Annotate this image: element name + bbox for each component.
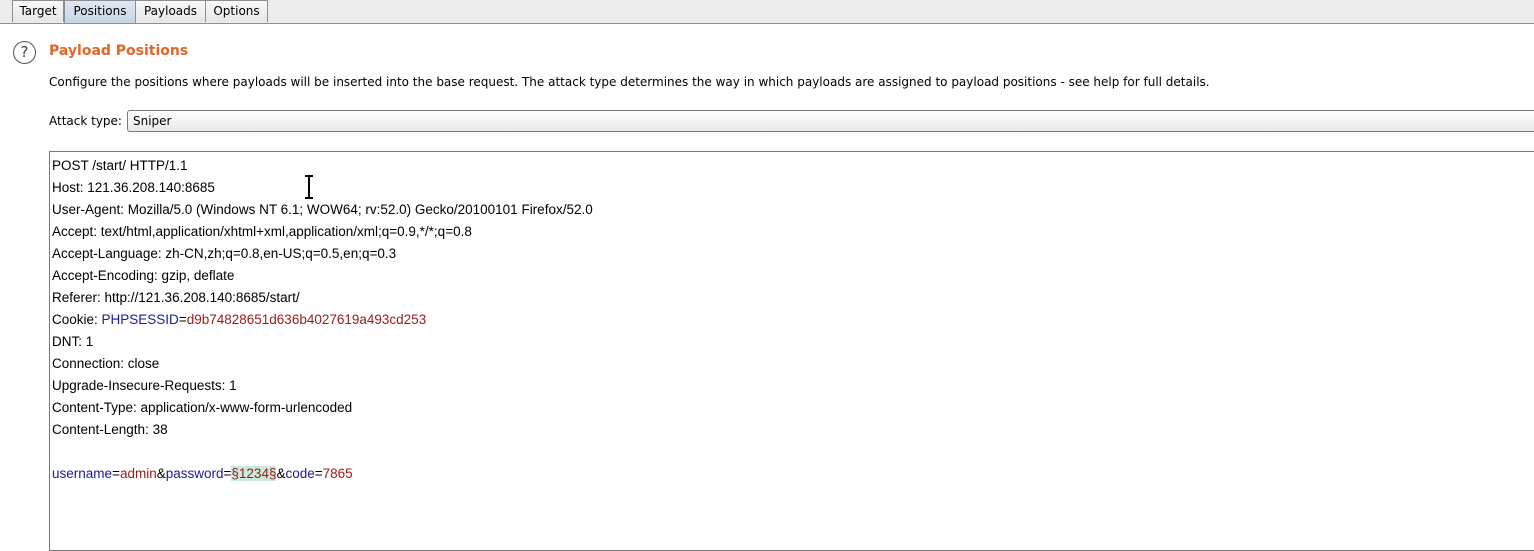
header-referer: Referer: http://121.36.208.140:8685/star…	[52, 290, 300, 305]
header-upgrade-insecure: Upgrade-Insecure-Requests: 1	[52, 378, 237, 393]
section-description: Configure the positions where payloads w…	[49, 75, 1210, 89]
header-dnt: DNT: 1	[52, 334, 94, 349]
header-user-agent: User-Agent: Mozilla/5.0 (Windows NT 6.1;…	[52, 202, 593, 217]
text-cursor-icon	[305, 175, 313, 199]
help-icon[interactable]: ?	[13, 41, 36, 64]
header-accept: Accept: text/html,application/xhtml+xml,…	[52, 224, 472, 239]
cookie-name: PHPSESSID	[101, 312, 179, 327]
header-connection: Connection: close	[52, 356, 160, 371]
header-content-length: Content-Length: 38	[52, 422, 168, 437]
param-name-password: password	[165, 466, 224, 481]
tab-options[interactable]: Options	[205, 0, 268, 22]
param-ampersand: &	[156, 466, 166, 481]
request-line: POST /start/ HTTP/1.1	[52, 158, 188, 173]
attack-type-label: Attack type:	[49, 114, 122, 128]
attack-type-select[interactable]: Sniper	[127, 110, 1534, 132]
param-equals: =	[314, 466, 323, 481]
header-accept-encoding: Accept-Encoding: gzip, deflate	[52, 268, 235, 283]
tab-payloads[interactable]: Payloads	[135, 0, 206, 22]
section-title: Payload Positions	[49, 43, 189, 59]
header-cookie: Cookie: PHPSESSID=d9b74828651d636b402761…	[52, 309, 1534, 331]
request-body: username=admin&password=§1234§&code=7865	[52, 463, 1534, 485]
tab-positions[interactable]: Positions	[64, 0, 136, 23]
param-name-username: username	[52, 466, 113, 481]
tab-target[interactable]: Target	[12, 0, 64, 22]
cookie-equals: =	[178, 312, 187, 327]
header-content-type: Content-Type: application/x-www-form-url…	[52, 400, 353, 415]
request-editor[interactable]: POST /start/ HTTP/1.1 Host: 121.36.208.1…	[49, 151, 1534, 551]
payload-position-marker[interactable]: §1234§	[231, 466, 277, 481]
param-value-username: admin	[119, 466, 157, 481]
cookie-prefix: Cookie:	[52, 312, 102, 327]
param-name-code: code	[285, 466, 315, 481]
header-host: Host: 121.36.208.140:8685	[52, 180, 215, 195]
cookie-value: d9b74828651d636b4027619a493cd253	[186, 312, 427, 327]
param-equals: =	[112, 466, 120, 481]
header-accept-language: Accept-Language: zh-CN,zh;q=0.8,en-US;q=…	[52, 246, 397, 261]
param-value-code: 7865	[322, 466, 353, 481]
tab-bar: Target Positions Payloads Options	[0, 0, 1534, 24]
